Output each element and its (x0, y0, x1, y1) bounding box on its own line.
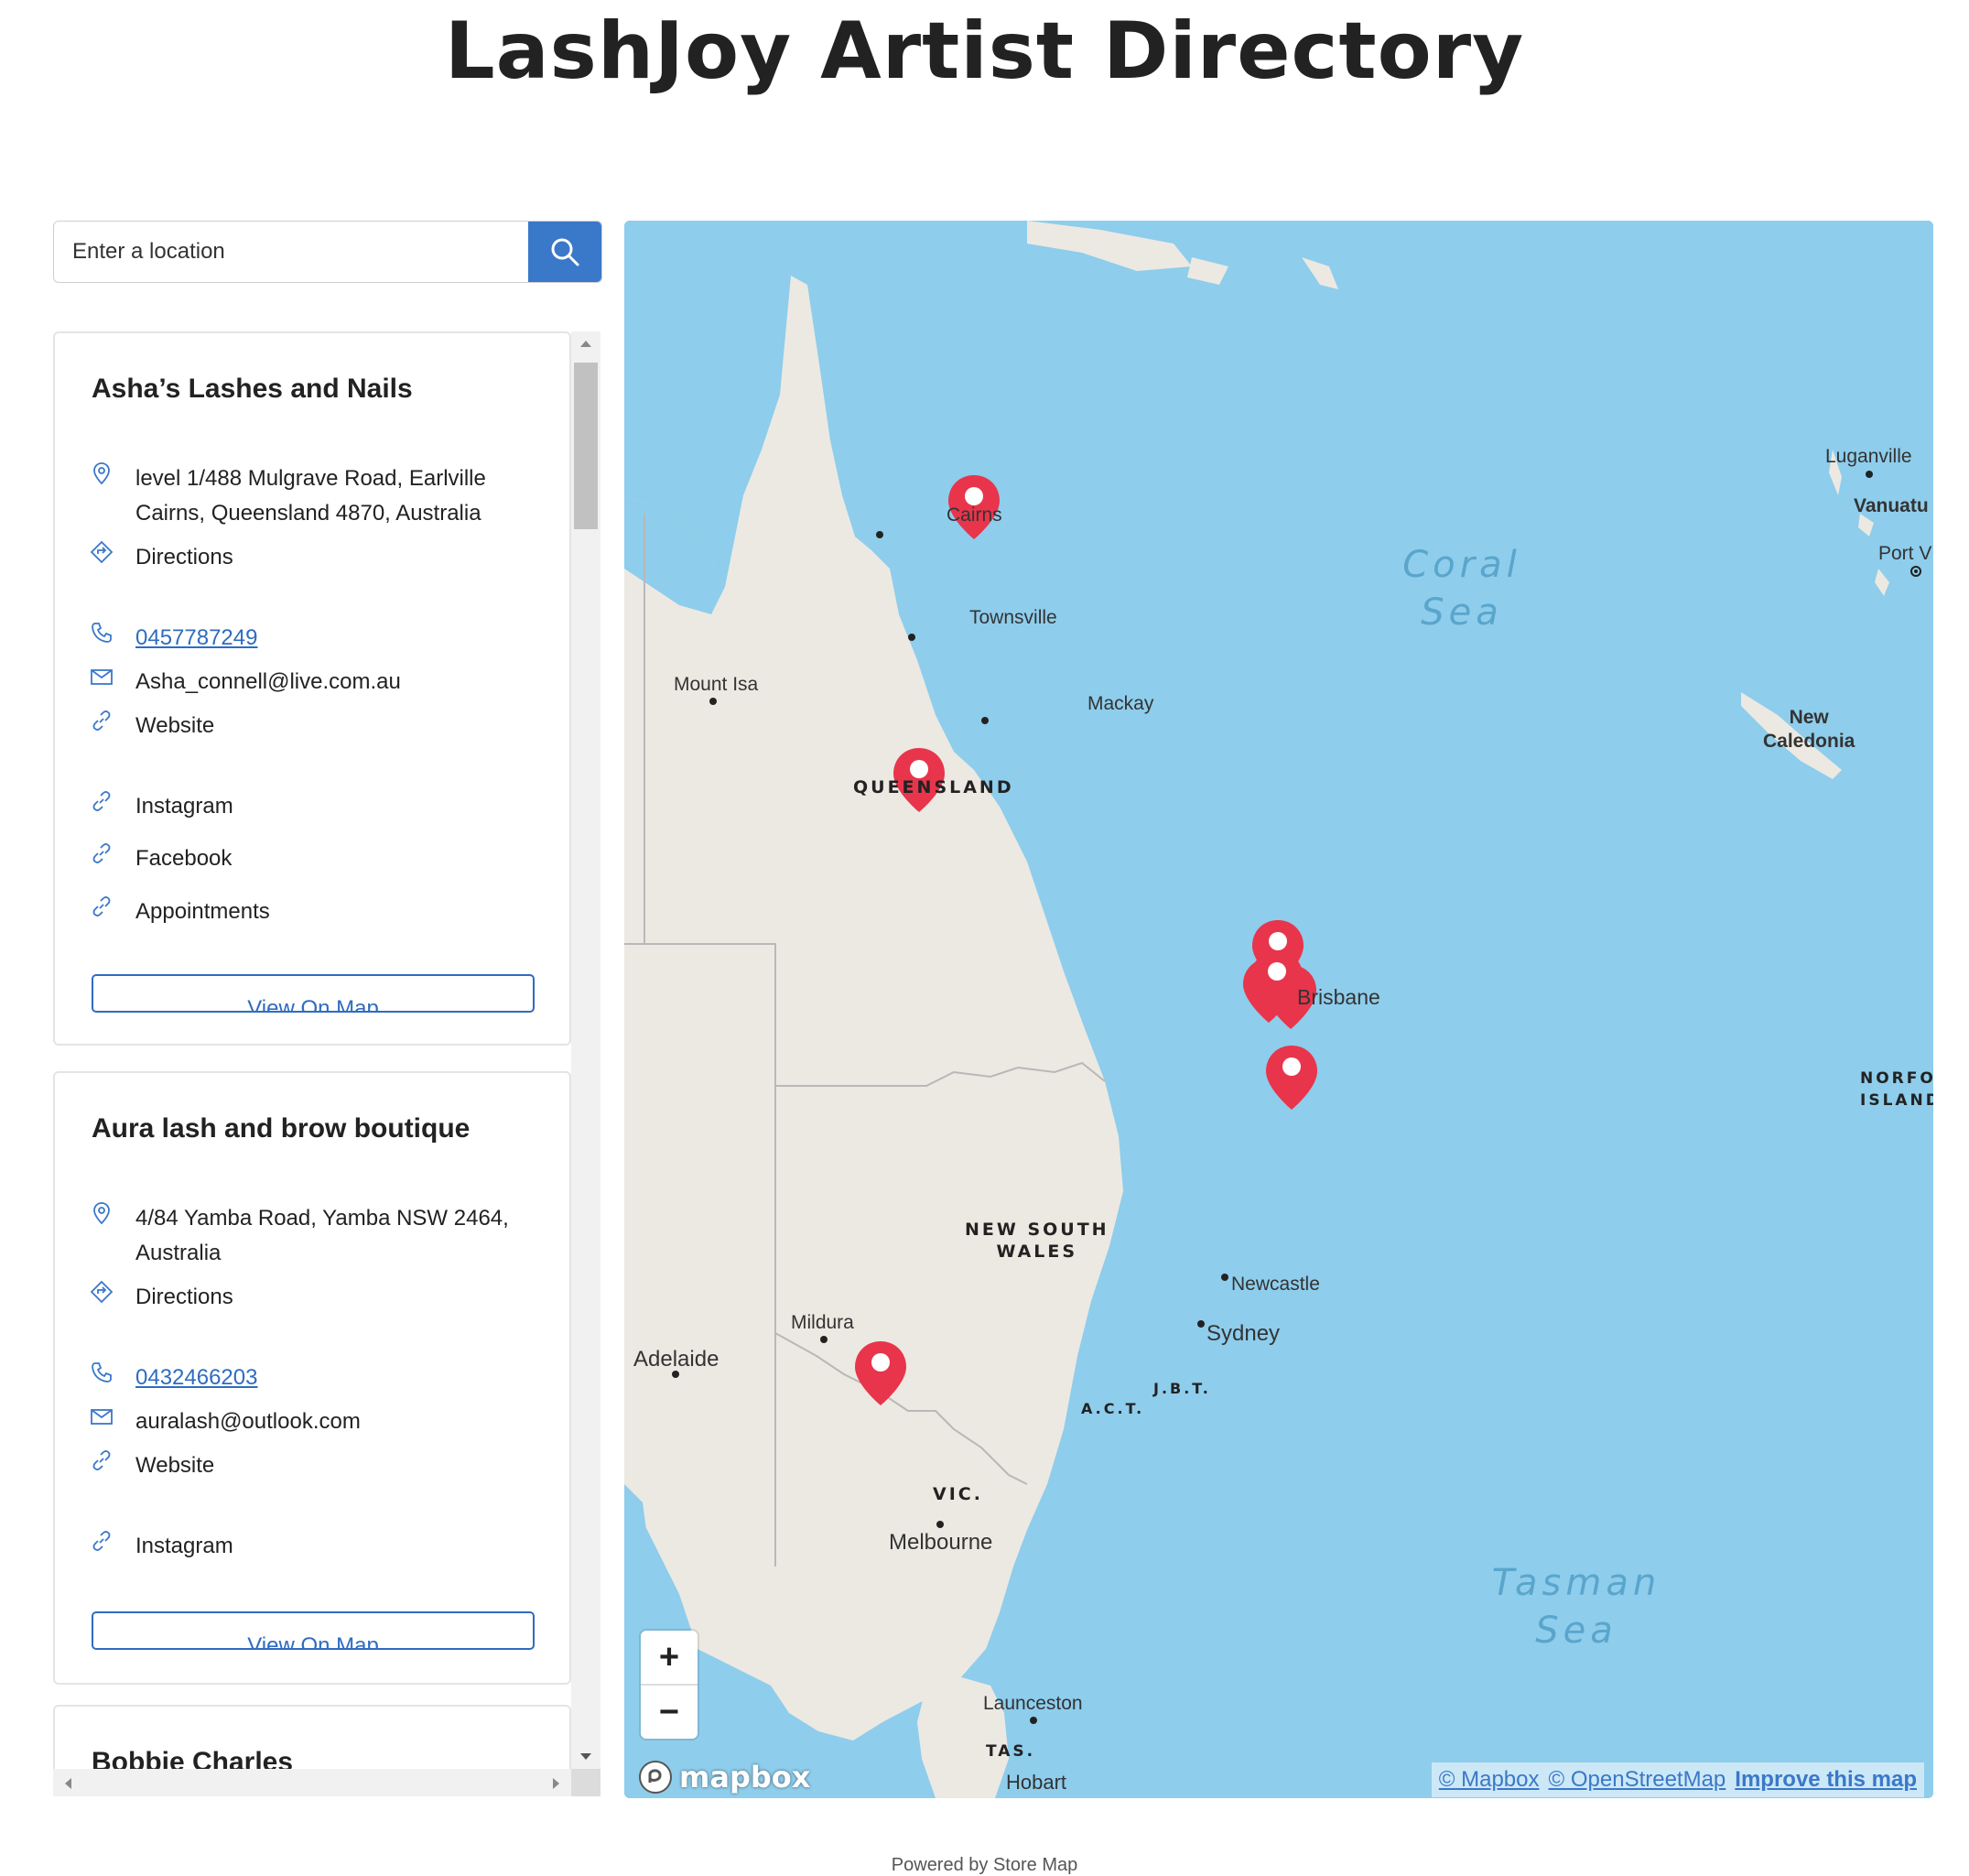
map-label-mount-isa: Mount Isa (674, 674, 759, 695)
store-name: Aura lash and brow boutique (92, 1113, 471, 1144)
map-label-norfolk-island: NORFOL ISLAND (1860, 1069, 1933, 1110)
search-input[interactable] (54, 222, 528, 282)
map-label-queensland: QUEENSLAND (853, 777, 1014, 797)
map-attribution: © Mapbox © OpenStreetMap Improve this ma… (1431, 1762, 1924, 1797)
link-icon (92, 1531, 111, 1551)
link-icon (92, 896, 111, 916)
map-view[interactable]: Cairns Townsville Mount Isa Mackay Brisb… (624, 221, 1933, 1798)
search-bar (53, 221, 602, 283)
link-icon (92, 1450, 111, 1470)
map-label-vic: VIC. (933, 1484, 983, 1504)
instagram-link[interactable]: Instagram (135, 789, 538, 824)
link-icon (92, 843, 111, 863)
phone-icon (92, 1362, 112, 1383)
email-text[interactable]: auralash@outlook.com (135, 1404, 538, 1439)
link-icon (92, 710, 111, 731)
scrollbar-corner (571, 1769, 600, 1796)
map-label-tasman-sea: Tasman Sea (1491, 1562, 1661, 1652)
phone-link[interactable]: 0432466203 (135, 1361, 538, 1395)
map-label-hobart: Hobart (1006, 1771, 1067, 1794)
map-label-port-vila: Port V (1878, 543, 1932, 564)
link-icon (92, 791, 111, 811)
map-label-cairns: Cairns (947, 504, 1002, 526)
zoom-control: + − (641, 1631, 698, 1739)
scroll-left-arrow[interactable] (53, 1772, 82, 1795)
store-card: Asha’s Lashes and Nails level 1/488 Mulg… (53, 331, 571, 1046)
website-link[interactable]: Website (135, 1448, 538, 1483)
scroll-down-arrow[interactable] (571, 1745, 600, 1769)
map-basemap (624, 221, 1933, 1798)
directions-icon (90, 540, 114, 564)
store-address: 4/84 Yamba Road, Yamba NSW 2464, Austral… (135, 1206, 509, 1265)
view-on-map-button[interactable]: View On Map (92, 1611, 535, 1650)
store-address: level 1/488 Mulgrave Road, Earlville Cai… (135, 466, 486, 526)
directions-link[interactable]: Directions (135, 540, 538, 575)
map-label-luganville: Luganville (1825, 446, 1912, 467)
improve-map-link[interactable]: Improve this map (1735, 1767, 1917, 1793)
map-label-tas: TAS. (986, 1742, 1036, 1761)
map-label-nsw: NEW SOUTH WALES (965, 1220, 1109, 1262)
location-pin-icon (93, 462, 110, 485)
map-label-launceston: Launceston (983, 1693, 1083, 1714)
map-label-newcastle: Newcastle (1231, 1274, 1320, 1295)
store-list[interactable]: Asha’s Lashes and Nails level 1/488 Mulg… (53, 331, 604, 1796)
website-link[interactable]: Website (135, 709, 538, 743)
view-on-map-button[interactable]: View On Map (92, 974, 535, 1013)
map-label-townsville: Townsville (969, 607, 1057, 628)
zoom-out-button[interactable]: − (641, 1686, 698, 1739)
map-label-melbourne: Melbourne (889, 1530, 993, 1555)
store-card: Aura lash and brow boutique 4/84 Yamba R… (53, 1071, 571, 1685)
map-label-sydney: Sydney (1206, 1321, 1281, 1346)
phone-link[interactable]: 0457787249 (135, 621, 538, 656)
phone-icon (92, 623, 112, 643)
search-button[interactable] (528, 222, 601, 282)
scroll-right-arrow[interactable] (542, 1772, 571, 1795)
map-label-brisbane: Brisbane (1297, 985, 1380, 1009)
vertical-scrollbar[interactable] (571, 331, 600, 1769)
map-label-coral-sea: Coral Sea (1402, 544, 1521, 634)
page-title: LashJoy Artist Directory (444, 5, 1525, 97)
email-text[interactable]: Asha_connell@live.com.au (135, 665, 538, 699)
map-label-adelaide: Adelaide (633, 1347, 719, 1372)
map-label-act: A.C.T. (1081, 1400, 1145, 1417)
location-pin-icon (93, 1202, 110, 1225)
mapbox-logo[interactable]: mapbox (637, 1759, 810, 1795)
search-icon (551, 238, 579, 266)
instagram-link[interactable]: Instagram (135, 1529, 538, 1564)
scroll-up-arrow[interactable] (571, 331, 600, 355)
appointments-link[interactable]: Appointments (135, 895, 538, 929)
store-name: Asha’s Lashes and Nails (92, 374, 413, 404)
osm-attribution-link[interactable]: © OpenStreetMap (1549, 1767, 1726, 1793)
scrollbar-thumb[interactable] (574, 363, 598, 529)
mapbox-wordmark: mapbox (679, 1760, 811, 1795)
map-label-jbt: J.B.T. (1153, 1380, 1211, 1397)
facebook-link[interactable]: Facebook (135, 841, 538, 876)
directions-link[interactable]: Directions (135, 1280, 538, 1315)
map-label-mackay: Mackay (1087, 693, 1154, 714)
email-icon (91, 1409, 113, 1425)
map-label-vanuatu: Vanuatu (1854, 495, 1929, 516)
map-label-mildura: Mildura (791, 1312, 854, 1333)
mapbox-attribution-link[interactable]: © Mapbox (1439, 1767, 1540, 1793)
map-label-new-caledonia: New Caledonia (1763, 707, 1855, 752)
horizontal-scrollbar[interactable] (53, 1769, 571, 1796)
directions-icon (90, 1280, 114, 1304)
mapbox-icon (639, 1761, 672, 1794)
zoom-in-button[interactable]: + (641, 1631, 698, 1684)
footer-text: Powered by Store Map (891, 1855, 1078, 1875)
email-icon (91, 669, 113, 685)
